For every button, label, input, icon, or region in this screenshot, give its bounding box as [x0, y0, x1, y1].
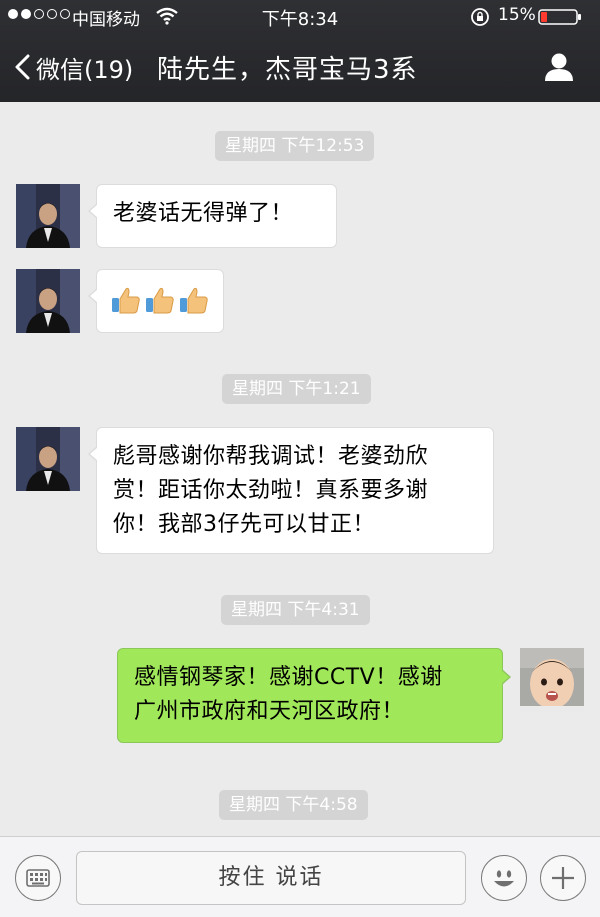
message-line: 赏！距话你太劲啦！真系要多谢: [113, 478, 429, 503]
hold-to-talk-button[interactable]: 按住 说话: [76, 851, 466, 905]
emoji-button[interactable]: [481, 855, 527, 901]
message-line: 你！我部3仔先可以甘正！: [113, 512, 375, 537]
message-text: 老婆话无得弹了！: [113, 201, 294, 226]
thumbs-up-icon: [180, 287, 208, 314]
battery-percentage: 15%: [498, 5, 536, 25]
keyboard-toggle-button[interactable]: [15, 855, 61, 901]
message-line: 广州市政府和天河区政府！: [134, 699, 405, 724]
plus-icon: [552, 867, 574, 889]
back-label: 微信(19): [36, 55, 134, 84]
thumbs-up-icon: [112, 287, 140, 314]
contact-avatar-image: [16, 269, 80, 333]
self-avatar-image: [520, 648, 584, 712]
rotation-lock-icon: [471, 8, 489, 26]
emoji-icon: [494, 870, 514, 887]
battery-icon: [538, 9, 581, 25]
status-bar: 中国移动 下午8:34 15%: [0, 0, 600, 34]
input-bar: 按住 说话: [0, 836, 600, 917]
message-timestamp: 星期四 下午4:58: [219, 790, 368, 820]
avatar-self[interactable]: [520, 648, 584, 712]
outgoing-message[interactable]: 感情钢琴家！感谢CCTV！感谢 广州市政府和天河区政府！: [117, 648, 511, 743]
chat-title: 陆先生，杰哥宝马3系: [157, 55, 418, 85]
top-header: 中国移动 下午8:34 15% 微信(19) 陆先生，杰哥宝马3系: [0, 0, 600, 102]
chevron-left-icon: [15, 54, 30, 80]
avatar-contact[interactable]: [16, 269, 80, 333]
contact-avatar-image: [16, 427, 80, 491]
avatar-contact[interactable]: [16, 427, 80, 491]
incoming-message[interactable]: 老婆话无得弹了！: [88, 184, 337, 248]
message-timestamp: 星期四 下午4:31: [221, 595, 370, 625]
person-icon[interactable]: [543, 52, 575, 82]
avatar-contact[interactable]: [16, 184, 80, 248]
message-timestamp: 星期四 下午12:53: [215, 131, 375, 161]
incoming-message[interactable]: 彪哥感谢你帮我调试！老婆劲欣 赏！距话你太劲啦！真系要多谢 你！我部3仔先可以甘…: [88, 427, 494, 554]
message-timestamp: 星期四 下午1:21: [222, 374, 371, 404]
incoming-emoji-message[interactable]: [88, 269, 224, 333]
contact-avatar-image: [16, 184, 80, 248]
message-line: 感情钢琴家！感谢CCTV！感谢: [134, 665, 443, 690]
back-button[interactable]: 微信(19): [14, 50, 133, 84]
more-options-button[interactable]: [540, 855, 586, 901]
message-line: 彪哥感谢你帮我调试！老婆劲欣: [113, 444, 429, 469]
thumbs-up-icon: [146, 287, 174, 314]
keyboard-icon: [26, 869, 50, 887]
